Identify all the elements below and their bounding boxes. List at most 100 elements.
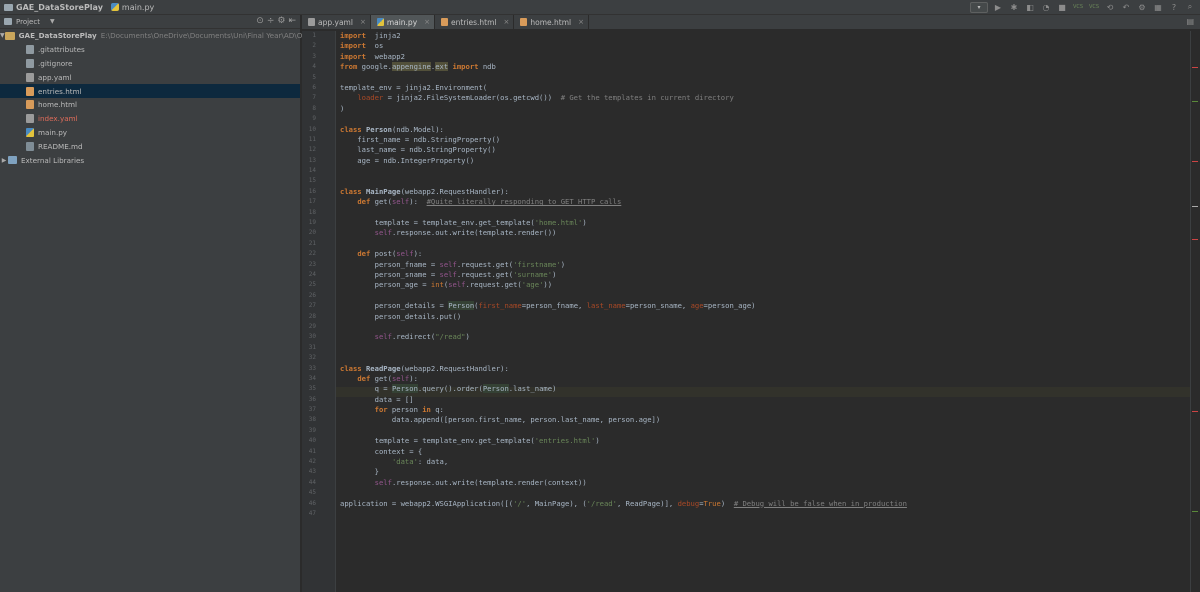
code-line[interactable]: import os — [340, 41, 1190, 51]
code-line[interactable]: 'data': data, — [340, 457, 1190, 467]
profile-icon[interactable]: ◔ — [1040, 1, 1052, 13]
code-line[interactable]: ​ — [340, 488, 1190, 498]
code-line[interactable]: ​ — [340, 426, 1190, 436]
error-stripe-mark[interactable] — [1192, 239, 1198, 240]
tab-home-html[interactable]: home.html × — [514, 15, 589, 29]
collapse-all-icon[interactable]: ÷ — [267, 16, 275, 26]
project-panel-title[interactable]: Project — [16, 18, 40, 26]
code-line[interactable]: q = Person.query().order(Person.last_nam… — [340, 384, 1190, 394]
code-line[interactable]: context = { — [340, 447, 1190, 457]
code-line[interactable]: } — [340, 467, 1190, 477]
revert-icon[interactable]: ↶ — [1120, 1, 1132, 13]
code-line[interactable]: class MainPage(webapp2.RequestHandler): — [340, 187, 1190, 197]
code-line[interactable]: self.response.out.write(template.render(… — [340, 478, 1190, 488]
chevron-down-icon[interactable]: ▼ — [50, 18, 55, 25]
close-icon[interactable]: × — [360, 18, 366, 26]
code-line[interactable]: ​ — [340, 353, 1190, 363]
tab-entries-html[interactable]: entries.html × — [435, 15, 515, 29]
code-editor[interactable]: 1 2 3 4 5 6 7 8 9 10 11 12 13 14 15 16 17 18 19 20 21 22 23 24 2… — [302, 31, 1200, 592]
hide-panel-icon[interactable]: ⇤ — [288, 16, 296, 26]
warning-stripe-mark[interactable] — [1192, 206, 1198, 207]
code-line[interactable]: age = ndb.IntegerProperty() — [340, 156, 1190, 166]
tree-root-item[interactable]: ▼ GAE_DataStorePlay E:\Documents\OneDriv… — [0, 29, 314, 43]
code-line[interactable]: ​ — [340, 322, 1190, 332]
tree-item[interactable]: index.yaml — [0, 112, 300, 126]
run-configuration-dropdown[interactable]: ▾ — [970, 1, 988, 13]
close-icon[interactable]: × — [424, 18, 430, 26]
code-line[interactable]: template_env = jinja2.Environment( — [340, 83, 1190, 93]
change-stripe-mark[interactable] — [1192, 101, 1198, 102]
tree-item[interactable]: app.yaml — [0, 70, 300, 84]
vcs-update-icon[interactable]: VCS — [1072, 1, 1084, 13]
help-icon[interactable]: ? — [1168, 1, 1180, 13]
expand-arrow-icon[interactable]: ▼ — [0, 32, 5, 39]
code-line[interactable]: template = template_env.get_template('ho… — [340, 218, 1190, 228]
change-stripe-mark[interactable] — [1192, 511, 1198, 512]
tree-item[interactable]: .gitignore — [0, 57, 300, 71]
sync-icon[interactable]: ⊙ — [256, 16, 264, 26]
code-line[interactable]: import webapp2 — [340, 52, 1190, 62]
error-stripe-mark[interactable] — [1192, 161, 1198, 162]
tree-item[interactable]: .gitattributes — [0, 43, 300, 57]
code-line[interactable]: ​ — [340, 343, 1190, 353]
code-line[interactable]: ​ — [340, 509, 1190, 519]
code-line[interactable]: self.response.out.write(template.render(… — [340, 228, 1190, 238]
code-line[interactable]: ​ — [340, 73, 1190, 83]
code-line[interactable]: person_fname = self.request.get('firstna… — [340, 260, 1190, 270]
collapse-arrow-icon[interactable]: ▶ — [0, 157, 8, 164]
gear-icon[interactable]: ⚙ — [277, 16, 285, 26]
project-structure-icon[interactable]: ▦ — [1152, 1, 1164, 13]
tree-item[interactable]: home.html — [0, 98, 300, 112]
code-line[interactable]: ​ — [340, 239, 1190, 249]
stop-icon[interactable]: ■ — [1056, 1, 1068, 13]
code-line[interactable]: person_details.put() — [340, 312, 1190, 322]
breadcrumb-project[interactable]: GAE_DataStorePlay — [0, 0, 107, 15]
code-line[interactable]: ​ — [340, 176, 1190, 186]
breadcrumb-file[interactable]: main.py — [107, 0, 158, 15]
settings-icon[interactable]: ⚙ — [1136, 1, 1148, 13]
code-line[interactable]: ​ — [340, 114, 1190, 124]
code-line[interactable]: class Person(ndb.Model): — [340, 125, 1190, 135]
code-line[interactable]: data = [] — [340, 395, 1190, 405]
code-line[interactable]: class ReadPage(webapp2.RequestHandler): — [340, 364, 1190, 374]
code-line[interactable]: def get(self): — [340, 374, 1190, 384]
code-line[interactable]: ) — [340, 104, 1190, 114]
search-icon[interactable]: ⌕ — [1184, 1, 1196, 13]
code-line[interactable]: def get(self): #Quite literally respondi… — [340, 197, 1190, 207]
close-icon[interactable]: × — [503, 18, 509, 26]
code-line[interactable]: for person in q: — [340, 405, 1190, 415]
run-icon[interactable]: ▶ — [992, 1, 1004, 13]
tree-item-external-libraries[interactable]: ▶ External Libraries — [0, 153, 300, 167]
code-content[interactable]: import jinja2 import os import webapp2 from… — [340, 31, 1190, 519]
code-line[interactable]: person_sname = self.request.get('surname… — [340, 270, 1190, 280]
error-stripe-mark[interactable] — [1192, 67, 1198, 68]
tree-item[interactable]: README.md — [0, 139, 300, 153]
error-stripe-mark[interactable] — [1192, 411, 1198, 412]
close-icon[interactable]: × — [578, 18, 584, 26]
code-line[interactable]: template = template_env.get_template('en… — [340, 436, 1190, 446]
code-line[interactable]: person_age = int(self.request.get('age')… — [340, 280, 1190, 290]
coverage-icon[interactable]: ◧ — [1024, 1, 1036, 13]
code-line[interactable]: loader = jinja2.FileSystemLoader(os.getc… — [340, 93, 1190, 103]
code-line[interactable]: data.append([person.first_name, person.l… — [340, 415, 1190, 425]
show-hidden-tabs-icon[interactable]: ▤ — [1186, 17, 1194, 26]
code-line[interactable]: ​ — [340, 166, 1190, 176]
code-line[interactable]: from google.appengine.ext import ndb — [340, 62, 1190, 72]
code-line[interactable]: ​ — [340, 208, 1190, 218]
vcs-commit-icon[interactable]: VCS — [1088, 1, 1100, 13]
editor-scrollbar[interactable] — [1190, 31, 1200, 592]
history-icon[interactable]: ⟲ — [1104, 1, 1116, 13]
code-line[interactable]: first_name = ndb.StringProperty() — [340, 135, 1190, 145]
code-line[interactable]: last_name = ndb.StringProperty() — [340, 145, 1190, 155]
code-line[interactable]: application = webapp2.WSGIApplication([(… — [340, 499, 1190, 509]
debug-icon[interactable]: ✱ — [1008, 1, 1020, 13]
code-line[interactable]: person_details = Person(first_name=perso… — [340, 301, 1190, 311]
tree-item[interactable]: entries.html — [0, 84, 300, 98]
tab-app-yaml[interactable]: app.yaml × — [302, 15, 371, 29]
code-line[interactable]: ​ — [340, 291, 1190, 301]
code-line[interactable]: def post(self): — [340, 249, 1190, 259]
code-line[interactable]: import jinja2 — [340, 31, 1190, 41]
tree-item[interactable]: main.py — [0, 126, 300, 140]
code-line[interactable]: self.redirect("/read") — [340, 332, 1190, 342]
tab-main-py[interactable]: main.py × — [370, 15, 436, 29]
